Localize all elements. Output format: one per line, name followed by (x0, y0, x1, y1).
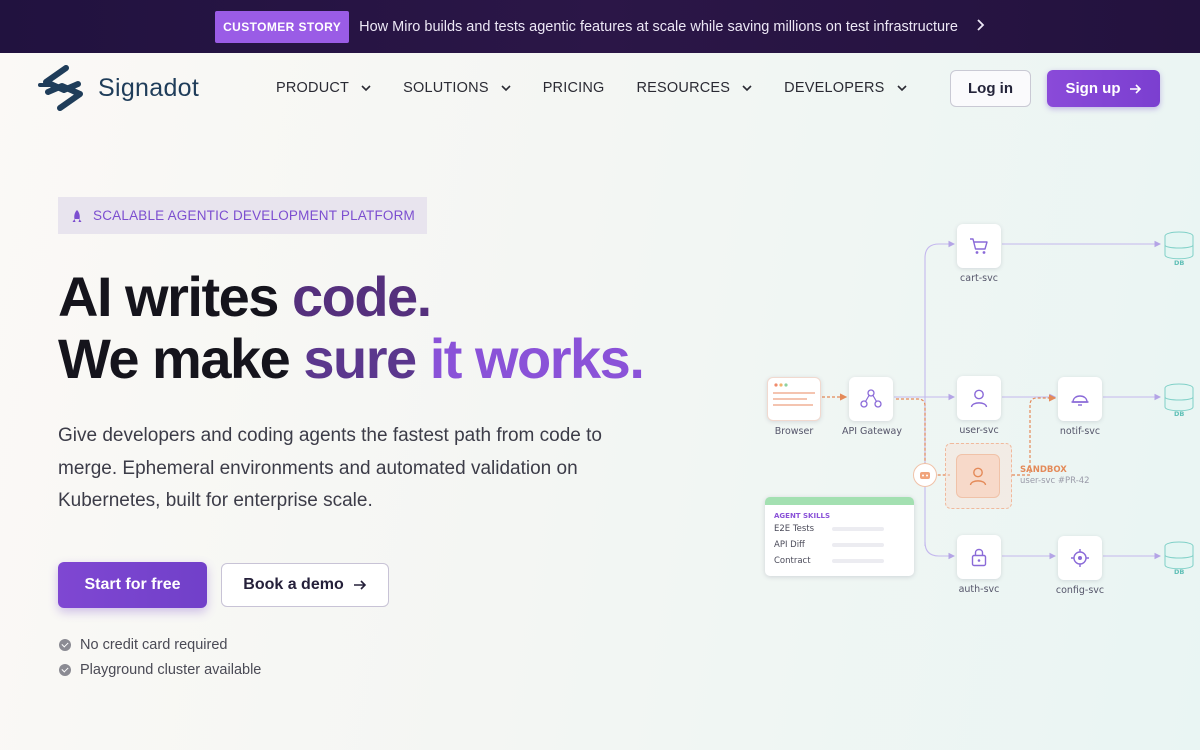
sandbox-subtitle: user-svc #PR-42 (1020, 476, 1090, 486)
book-demo-label: Book a demo (243, 576, 344, 593)
skill-label: Contract (774, 556, 811, 566)
agent-skills-card: AGENT SKILLS E2E Tests API Diff Contract (765, 497, 914, 576)
crosshair-icon (1071, 549, 1089, 567)
skill-bar (832, 527, 884, 531)
platform-pill: SCALABLE AGENTIC DEVELOPMENT PLATFORM (58, 197, 427, 234)
menu-item-resources[interactable]: RESOURCES (637, 80, 753, 96)
list-item: Contract (765, 553, 914, 569)
skills-list: E2E Tests API Diff Contract (765, 521, 914, 569)
main-menu: PRODUCT SOLUTIONS PRICING RESOURCES DEVE… (276, 80, 939, 96)
brand-logo[interactable]: Signadot (38, 65, 199, 111)
robot-icon (920, 472, 930, 479)
customer-story-badge: CUSTOMER STORY (215, 10, 350, 43)
menu-item-label: PRICING (542, 80, 605, 96)
skill-bar (832, 543, 884, 547)
cart-label: cart-svc (960, 273, 998, 284)
signup-button[interactable]: Sign up (1047, 70, 1160, 107)
top-nav: Signadot PRODUCT SOLUTIONS PRICING RESOU… (0, 53, 1200, 125)
signup-label: Sign up (1065, 80, 1121, 97)
headline-line-2: We make sure it works. (58, 327, 645, 390)
menu-item-label: PRODUCT (276, 80, 350, 96)
book-demo-button[interactable]: Book a demo (221, 563, 389, 607)
benefits-list: No credit card required Playground clust… (59, 632, 261, 682)
config-label: config-svc (1055, 585, 1105, 596)
headline-accent: sure (303, 327, 430, 390)
db-label: DB (1174, 259, 1185, 267)
lock-icon (971, 548, 987, 567)
sandbox-user-svc-node (956, 454, 1000, 498)
auth-label: auth-svc (958, 584, 1000, 595)
menu-item-product[interactable]: PRODUCT (276, 80, 371, 96)
skill-label: E2E Tests (774, 524, 815, 534)
user-svc-node (957, 376, 1001, 420)
menu-item-pricing[interactable]: PRICING (543, 80, 605, 96)
db-label: DB (1174, 568, 1185, 576)
user-icon (969, 467, 987, 486)
notif-label: notif-svc (1059, 426, 1101, 437)
hero-subtitle: Give developers and coding agents the fa… (58, 425, 602, 511)
benefit-label: Playground cluster available (80, 661, 262, 678)
browser-node (767, 377, 821, 421)
database-icon (1164, 231, 1194, 260)
browser-label: Browser (774, 426, 814, 437)
agent-node (913, 463, 937, 487)
list-item: Playground cluster available (59, 657, 261, 682)
announcement-message[interactable]: How Miro builds and tests agentic featur… (359, 19, 958, 35)
chevron-down-icon (361, 85, 371, 92)
arrow-right-icon (353, 580, 366, 590)
headline-part: AI writes (58, 265, 292, 328)
menu-item-label: SOLUTIONS (403, 80, 489, 96)
list-item: API Diff (765, 537, 914, 553)
database-icon (1164, 383, 1194, 412)
chevron-down-icon (896, 85, 907, 92)
skill-label: API Diff (774, 540, 805, 550)
notif-svc-node (1058, 377, 1102, 421)
architecture-diagram: Browser API Gateway cart-svc user-svc no… (740, 200, 1200, 620)
user-label: user-svc (959, 425, 999, 436)
headline-accent: code. (291, 265, 432, 328)
arrow-right-icon (1129, 83, 1141, 94)
chevron-down-icon (501, 85, 511, 92)
auth-svc-node (957, 535, 1001, 579)
cart-svc-node (957, 224, 1001, 268)
chevron-right-icon[interactable] (976, 18, 985, 35)
list-item: No credit card required (59, 632, 261, 657)
list-item: E2E Tests (765, 521, 914, 537)
browser-window-icon (773, 383, 815, 406)
benefit-label: No credit card required (80, 636, 228, 653)
skill-bar (832, 559, 884, 563)
bell-icon (1071, 395, 1089, 406)
announcement-bar[interactable]: CUSTOMER STORY How Miro builds and tests… (0, 0, 1200, 53)
gateway-label: API Gateway (841, 426, 902, 437)
menu-item-solutions[interactable]: SOLUTIONS (403, 80, 511, 96)
cart-icon (970, 238, 988, 254)
user-icon (970, 389, 988, 408)
hero-headline: AI writes code. We make sure it works. (58, 266, 645, 390)
check-circle-icon (59, 638, 71, 651)
database-icon (1164, 541, 1194, 570)
check-circle-icon (59, 663, 71, 676)
menu-item-label: DEVELOPERS (784, 80, 885, 96)
login-button[interactable]: Log in (950, 70, 1031, 107)
gateway-icon (860, 389, 882, 408)
rocket-icon (72, 209, 82, 222)
sandbox-title: SANDBOX (1020, 465, 1067, 475)
signadot-logo-icon (38, 65, 83, 111)
headline-part: We make (58, 327, 304, 390)
pill-label: SCALABLE AGENTIC DEVELOPMENT PLATFORM (93, 208, 415, 223)
brand-name: Signadot (98, 73, 200, 102)
menu-item-developers[interactable]: DEVELOPERS (784, 80, 907, 96)
start-for-free-button[interactable]: Start for free (58, 562, 207, 608)
db-label: DB (1174, 410, 1185, 418)
chevron-down-icon (742, 85, 752, 92)
skills-title: AGENT SKILLS (774, 512, 831, 520)
config-svc-node (1058, 536, 1102, 580)
menu-item-label: RESOURCES (636, 80, 731, 96)
headline-line-1: AI writes code. (58, 266, 643, 328)
api-gateway-node (849, 377, 893, 421)
headline-accent: it works. (429, 327, 645, 390)
